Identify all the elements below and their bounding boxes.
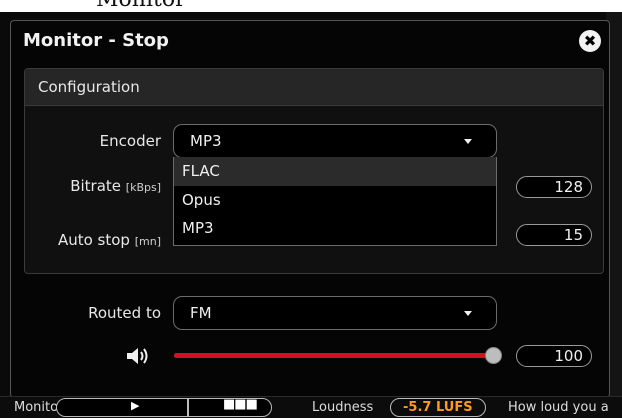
- encoder-select[interactable]: MP3: [173, 124, 497, 158]
- bitrate-field[interactable]: 128: [516, 176, 592, 198]
- dialog-title: Monitor - Stop: [23, 30, 169, 51]
- encoder-dropdown-list: FLAC Opus MP3: [173, 157, 497, 246]
- autostop-unit: [mn]: [134, 235, 161, 248]
- encoder-label: Encoder: [99, 132, 161, 150]
- bitrate-unit: [kBps]: [125, 181, 161, 194]
- volume-field[interactable]: 100: [516, 345, 592, 367]
- monitor-stop-dialog: Monitor - Stop ✖ Configuration Encoder M…: [10, 20, 610, 398]
- volume-slider-thumb[interactable]: [485, 347, 502, 364]
- loudness-label: Loudness: [312, 400, 374, 415]
- volume-slider-track[interactable]: [174, 353, 494, 358]
- close-button[interactable]: ✖: [579, 30, 601, 52]
- speaker-icon[interactable]: [125, 346, 151, 366]
- configuration-title: Configuration: [38, 78, 140, 96]
- close-icon: ✖: [583, 32, 597, 50]
- play-button[interactable]: ▶: [56, 398, 188, 417]
- autostop-field[interactable]: 15: [516, 224, 592, 246]
- bitrate-label: Bitrate [kBps]: [70, 177, 161, 195]
- routed-to-select[interactable]: FM: [173, 296, 497, 330]
- stop-icon: ■■■: [223, 397, 258, 412]
- loudness-value-badge: -5.7 LUFS: [390, 398, 486, 417]
- encoder-option-mp3[interactable]: MP3: [174, 214, 496, 243]
- status-bar: Monitor ▶ ■■■ Loudness -5.7 LUFS How lou…: [0, 396, 622, 418]
- chevron-down-icon: [464, 311, 472, 316]
- background-header: Monitor: [0, 0, 622, 12]
- loudness-hint-text: How loud you a: [508, 400, 609, 415]
- encoder-selected-value: MP3: [190, 132, 222, 150]
- routed-to-label: Routed to: [88, 304, 161, 322]
- volume-slider-fill: [174, 353, 494, 358]
- configuration-header: Configuration: [25, 69, 603, 106]
- routed-to-selected-value: FM: [190, 304, 212, 322]
- background-window-label: Monitor: [96, 0, 186, 12]
- autostop-label: Auto stop [mn]: [57, 231, 161, 249]
- stop-button[interactable]: ■■■: [188, 397, 272, 417]
- encoder-option-opus[interactable]: Opus: [174, 186, 496, 215]
- play-icon: ▶: [131, 399, 140, 412]
- chevron-down-icon: [464, 139, 472, 144]
- encoder-option-flac[interactable]: FLAC: [174, 157, 496, 186]
